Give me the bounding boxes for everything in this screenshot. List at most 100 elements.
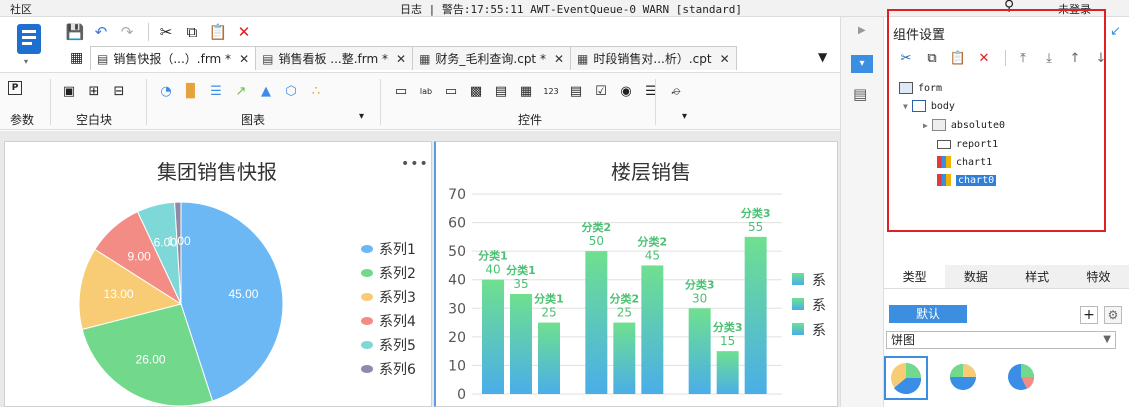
chart-panel-bar[interactable]: 楼层销售 0 10 20 30 40 50 60 70 分类1 40 分类1 35 分类1 25 分类2 50…: [434, 141, 838, 407]
hbar-chart-icon[interactable]: ☰: [205, 81, 227, 101]
tree-node-body[interactable]: ▼ body: [903, 98, 955, 114]
tab-type[interactable]: 类型: [884, 265, 946, 288]
pie-style-thumb-1[interactable]: [884, 356, 928, 400]
dropdown-widget-icon[interactable]: ▤: [490, 81, 512, 101]
tree-node-chart1[interactable]: chart1: [937, 154, 992, 170]
split-block-icon[interactable]: ⊞: [83, 81, 105, 101]
move-to-top-icon[interactable]: ⤒: [1012, 48, 1034, 68]
designer-logo-icon[interactable]: [17, 24, 41, 54]
bar[interactable]: [585, 251, 608, 394]
move-to-bottom-icon[interactable]: ⤓: [1038, 48, 1060, 68]
scatter-chart-icon[interactable]: ∴: [305, 81, 327, 101]
default-style-button[interactable]: 默认: [889, 305, 967, 323]
bar-category-label: 分类2: [638, 234, 668, 248]
list-widget-icon[interactable]: ☰: [640, 81, 662, 101]
chart-type-select[interactable]: 饼图 ▼: [886, 331, 1116, 349]
legend-label[interactable]: 系列6: [379, 362, 416, 378]
add-button[interactable]: +: [1080, 306, 1098, 324]
chart-panel-pie[interactable]: 集团销售快报 ••• 45.00 26.00 13.00 9.00 6.00 1.00 系列…: [4, 141, 432, 407]
chevron-down-icon[interactable]: ▾: [24, 57, 28, 66]
radio-widget-icon[interactable]: ◉: [615, 81, 637, 101]
bar[interactable]: [744, 236, 767, 394]
redo-icon[interactable]: ↷: [116, 21, 138, 43]
paste-icon[interactable]: 📋: [947, 48, 969, 68]
checkbox-widget-icon[interactable]: ☑: [590, 81, 612, 101]
layout-icon[interactable]: ▤: [853, 85, 867, 103]
bar[interactable]: [482, 279, 504, 394]
textarea-widget-icon[interactable]: ▤: [565, 81, 587, 101]
chevron-down-icon[interactable]: ▾: [359, 111, 364, 122]
area-chart-icon[interactable]: ▲: [255, 81, 277, 101]
copy-icon[interactable]: ⧉: [181, 21, 203, 43]
cut-icon[interactable]: ✂: [895, 48, 917, 68]
gear-icon[interactable]: ⚙: [1104, 306, 1122, 324]
copy-icon[interactable]: ⧉: [921, 48, 943, 68]
delete-icon[interactable]: ✕: [233, 21, 255, 43]
delete-icon[interactable]: ✕: [973, 48, 995, 68]
expand-icon[interactable]: ▶: [858, 25, 866, 36]
community-link[interactable]: 社区: [10, 1, 32, 17]
tree-node-chart0[interactable]: chart0: [937, 172, 997, 188]
pie-style-thumb-3[interactable]: [1000, 356, 1044, 400]
legend-label[interactable]: 系: [812, 298, 826, 314]
collapse-icon[interactable]: ↙: [1110, 24, 1121, 39]
tab-file-2[interactable]: ▤ 销售看板 ...整.frm * ✕: [255, 46, 414, 70]
search-icon[interactable]: ⚲: [1004, 0, 1014, 14]
grid-icon[interactable]: ▦: [70, 50, 83, 66]
textbox-widget-icon[interactable]: ▭: [440, 81, 462, 101]
chevron-right-icon[interactable]: ▶: [923, 121, 928, 130]
legend-label[interactable]: 系列5: [379, 338, 416, 354]
combobox-widget-icon[interactable]: ▩: [465, 81, 487, 101]
tab-data[interactable]: 数据: [945, 265, 1006, 288]
parameter-icon[interactable]: P: [8, 81, 22, 95]
bar[interactable]: [510, 294, 532, 394]
bar[interactable]: [613, 322, 636, 394]
legend-label[interactable]: 系: [812, 273, 826, 289]
line-chart-icon[interactable]: ↗: [230, 81, 252, 101]
save-icon[interactable]: 💾: [64, 21, 86, 43]
legend-label[interactable]: 系列1: [379, 242, 416, 258]
bar[interactable]: [538, 322, 560, 394]
pie-style-thumb-2[interactable]: [942, 356, 986, 400]
blank-block-icon[interactable]: ▣: [58, 81, 80, 101]
bar-chart-icon[interactable]: ▉: [180, 81, 202, 101]
bar[interactable]: [641, 265, 664, 394]
undo-icon[interactable]: ↶: [90, 21, 112, 43]
login-link[interactable]: 未登录: [1058, 1, 1091, 17]
tab-effects[interactable]: 特效: [1068, 265, 1129, 288]
grid-block-icon[interactable]: ⊟: [108, 81, 130, 101]
close-icon[interactable]: ✕: [554, 52, 564, 66]
tab-file-1[interactable]: ▤ 销售快报（...）.frm * ✕: [90, 46, 257, 70]
number-widget-icon[interactable]: 123: [540, 81, 562, 101]
tree-node-form[interactable]: form: [899, 80, 942, 96]
tab-style[interactable]: 样式: [1007, 265, 1068, 288]
chevron-down-icon[interactable]: ▾: [682, 111, 687, 122]
legend-marker: [792, 323, 804, 335]
close-icon[interactable]: ✕: [396, 52, 406, 66]
tab-file-3[interactable]: ▦ 财务_毛利查询.cpt * ✕: [412, 46, 572, 70]
preview-icon[interactable]: ⌮: [665, 81, 687, 101]
close-icon[interactable]: ✕: [720, 52, 730, 66]
tab-file-4[interactable]: ▦ 时段销售对...析）.cpt ✕: [570, 46, 737, 70]
cut-icon[interactable]: ✂: [155, 21, 177, 43]
close-icon[interactable]: ✕: [239, 52, 249, 66]
button-widget-icon[interactable]: ▭: [390, 81, 412, 101]
move-down-icon[interactable]: ↓: [1090, 48, 1112, 68]
chevron-down-icon[interactable]: ▼: [903, 102, 908, 111]
tab-menu-icon[interactable]: ▼: [818, 50, 827, 64]
legend-label[interactable]: 系列4: [379, 314, 416, 330]
radar-chart-icon[interactable]: ⬡: [280, 81, 302, 101]
legend-label[interactable]: 系列2: [379, 266, 416, 282]
tree-node-absolute0[interactable]: ▶ absolute0: [923, 117, 1005, 133]
pie-chart-icon[interactable]: ◔: [155, 81, 177, 101]
label-widget-icon[interactable]: lab: [415, 81, 437, 101]
legend-label[interactable]: 系: [812, 323, 826, 339]
legend-label[interactable]: 系列3: [379, 290, 416, 306]
move-up-icon[interactable]: ↑: [1064, 48, 1086, 68]
bar[interactable]: [716, 351, 739, 394]
paste-icon[interactable]: 📋: [207, 21, 229, 43]
component-settings-icon[interactable]: ▾: [851, 55, 873, 73]
bar[interactable]: [688, 308, 711, 394]
tree-node-report1[interactable]: report1: [937, 136, 998, 152]
date-widget-icon[interactable]: ▦: [515, 81, 537, 101]
